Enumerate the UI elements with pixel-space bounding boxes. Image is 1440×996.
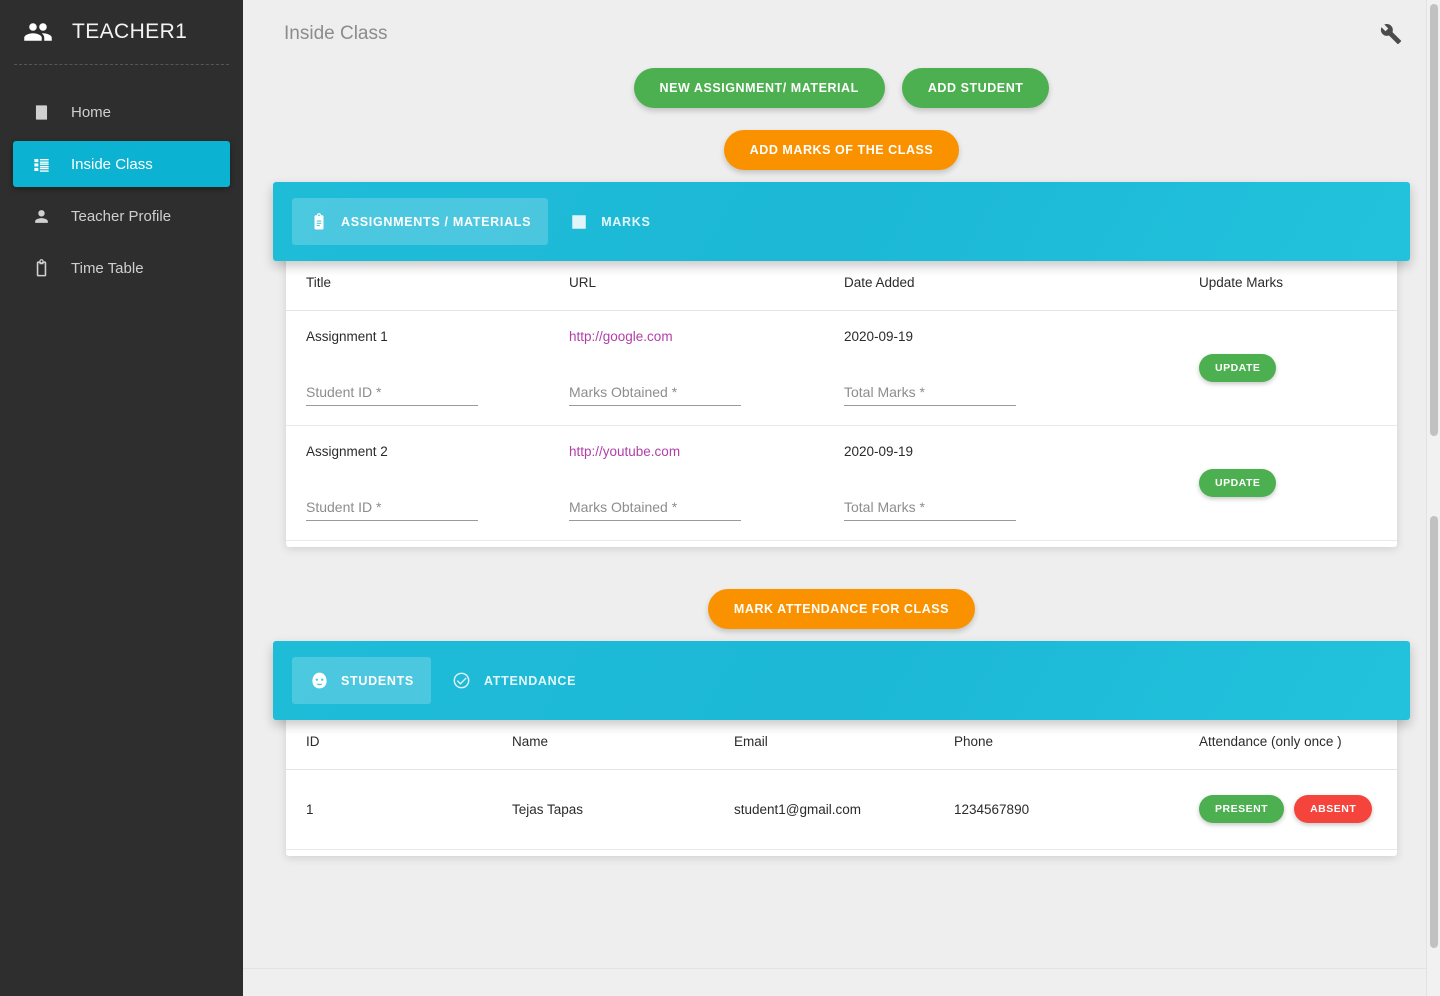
table-row: Assignment 1 http://google.com [286,310,1397,426]
column-header-name: Name [504,720,726,770]
assignment-url-cell: http://youtube.com [561,425,836,541]
clipboard-icon [30,257,52,279]
column-header-url: URL [561,261,836,311]
students-table-body: 1 Tejas Tapas student1@gmail.com 1234567… [286,769,1397,850]
column-header-email: Email [726,720,946,770]
student-name-cell: Tejas Tapas [504,769,726,850]
assignment-url-link[interactable]: http://google.com [569,329,828,351]
primary-action-row: NEW ASSIGNMENT/ MATERIAL ADD STUDENT [273,68,1410,108]
sidebar-item-time-table[interactable]: Time Table [13,245,230,291]
student-id-cell: 1 [286,769,504,850]
tab-attendance[interactable]: ATTENDANCE [435,657,593,704]
students-tabbar: STUDENTS ATTENDANCE [273,641,1410,720]
students-table-head: ID Name Email Phone Attendance (only onc… [286,720,1397,770]
table-header-row: ID Name Email Phone Attendance (only onc… [286,720,1397,770]
sidebar-nav: Home Inside Class Teacher Profile Time T… [0,65,243,291]
secondary-action-row: ADD MARKS OF THE CLASS [273,130,1410,170]
assignment-update-cell: UPDATE [1191,310,1397,426]
tab-label: ATTENDANCE [483,673,577,688]
present-button[interactable]: PRESENT [1199,795,1285,823]
clipboard-icon [309,212,329,232]
topbar: Inside Class [243,0,1440,68]
assignments-table-body: Assignment 1 http://google.com [286,310,1397,541]
assignments-card-wrap: ASSIGNMENTS / MATERIALS MARKS Title URL [273,182,1410,547]
student-id-input[interactable] [306,383,478,406]
tab-marks[interactable]: MARKS [552,198,667,245]
assignment-title: Assignment 2 [306,444,388,459]
total-marks-input[interactable] [844,383,1016,406]
assignment-title-cell: Assignment 1 [286,310,561,426]
mark-attendance-button[interactable]: MARK ATTENDANCE FOR CLASS [707,589,976,629]
sidebar-title: TEACHER1 [72,20,188,43]
assignment-date-cell: 2020-09-19 [836,310,1191,426]
sidebar: TEACHER1 Home Inside Class Teacher Profi… [0,0,243,996]
scrollbar-thumb-outer[interactable] [1430,4,1438,436]
new-assignment-button[interactable]: NEW ASSIGNMENT/ MATERIAL [633,68,885,108]
column-header-title: Title [286,261,561,311]
sidebar-item-label: Teacher Profile [71,207,172,225]
sidebar-item-home[interactable]: Home [13,89,230,135]
student-email-cell: student1@gmail.com [726,769,946,850]
total-marks-input[interactable] [844,498,1016,521]
footer-divider [243,968,1440,996]
tab-label: MARKS [601,214,651,229]
assignment-title: Assignment 1 [306,329,388,344]
face-icon [309,671,329,691]
update-marks-button[interactable]: UPDATE [1199,469,1277,497]
add-marks-button[interactable]: ADD MARKS OF THE CLASS [723,130,960,170]
attendance-action-row: MARK ATTENDANCE FOR CLASS [273,589,1410,629]
tab-assignments-materials[interactable]: ASSIGNMENTS / MATERIALS [292,198,549,245]
students-card-wrap: STUDENTS ATTENDANCE ID Name Email Phone … [273,641,1410,856]
sidebar-item-teacher-profile[interactable]: Teacher Profile [13,193,230,239]
book-icon [30,101,52,123]
add-student-button[interactable]: ADD STUDENT [901,68,1050,108]
student-phone-cell: 1234567890 [946,769,1191,850]
tab-label: STUDENTS [341,673,414,688]
assignment-url-cell: http://google.com [561,310,836,426]
tab-students[interactable]: STUDENTS [292,657,431,704]
table-header-row: Title URL Date Added Update Marks [286,261,1397,311]
assignment-url-link[interactable]: http://youtube.com [569,444,828,466]
wrench-icon[interactable] [1378,21,1404,47]
absent-button[interactable]: ABSENT [1294,795,1373,823]
assignments-table: Title URL Date Added Update Marks Assign… [286,261,1397,541]
sidebar-item-label: Home [71,103,112,121]
assignments-table-head: Title URL Date Added Update Marks [286,261,1397,311]
sidebar-item-label: Inside Class [71,155,153,173]
column-header-phone: Phone [946,720,1191,770]
content-area: NEW ASSIGNMENT/ MATERIAL ADD STUDENT ADD… [243,68,1440,856]
people-icon [22,16,54,48]
column-header-update-marks: Update Marks [1191,261,1397,311]
scrollbar-thumb-inner[interactable] [1430,516,1438,948]
assignment-update-cell: UPDATE [1191,425,1397,541]
list-icon [30,153,52,175]
update-marks-button[interactable]: UPDATE [1199,354,1277,382]
page-scrollbar[interactable] [1426,0,1440,996]
marks-obtained-input[interactable] [569,383,741,406]
students-table: ID Name Email Phone Attendance (only onc… [286,720,1397,850]
column-header-attendance: Attendance (only once ) [1191,720,1397,770]
assignments-tabbar: ASSIGNMENTS / MATERIALS MARKS [273,182,1410,261]
column-header-date-added: Date Added [836,261,1191,311]
table-row: 1 Tejas Tapas student1@gmail.com 1234567… [286,769,1397,850]
column-header-id: ID [286,720,504,770]
assignment-title-cell: Assignment 2 [286,425,561,541]
sidebar-header: TEACHER1 [0,0,243,64]
sidebar-item-inside-class[interactable]: Inside Class [13,141,230,187]
tab-label: ASSIGNMENTS / MATERIALS [341,214,532,229]
main-content: Inside Class NEW ASSIGNMENT/ MATERIAL AD… [243,0,1440,996]
page-title: Inside Class [284,23,388,44]
marks-obtained-input[interactable] [569,498,741,521]
table-row: Assignment 2 http://youtube.com [286,425,1397,541]
assignment-date-cell: 2020-09-19 [836,425,1191,541]
check-circle-icon [452,671,472,691]
sidebar-item-label: Time Table [71,259,144,277]
bar-chart-icon [569,212,589,232]
student-attendance-cell: PRESENT ABSENT [1191,769,1397,850]
student-id-input[interactable] [306,498,478,521]
assignment-date-added: 2020-09-19 [844,329,914,344]
assignment-date-added: 2020-09-19 [844,444,914,459]
person-icon [30,205,52,227]
